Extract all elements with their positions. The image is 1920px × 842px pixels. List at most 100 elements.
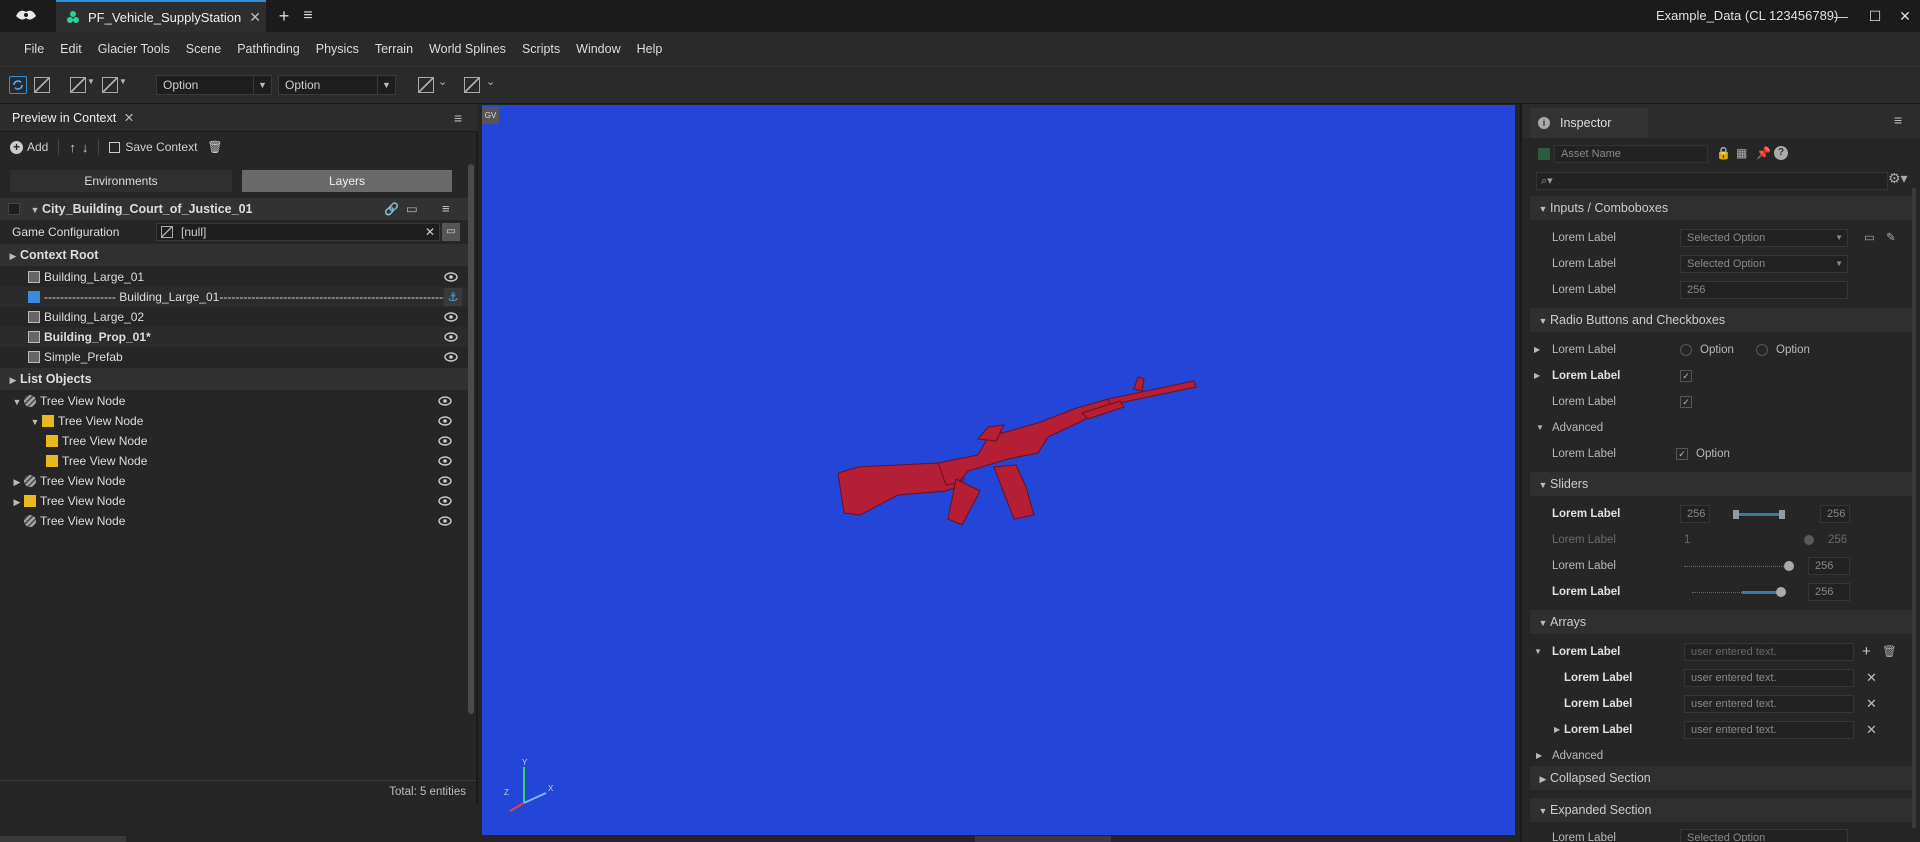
slider-value-input[interactable]: 256 (1808, 557, 1850, 575)
expand-arrow-icon[interactable]: ▶ (10, 472, 24, 492)
checkbox[interactable]: ✓ (1676, 448, 1688, 460)
tool-icon-2[interactable] (70, 77, 86, 93)
tool-icon-4[interactable] (418, 77, 434, 93)
anchor-icon[interactable]: ⚓ (444, 288, 462, 306)
context-root-header[interactable]: ▶ Context Root (0, 244, 470, 266)
viewport-scrollbar[interactable] (975, 836, 1111, 842)
expand-icon[interactable]: ⌄ (486, 75, 495, 88)
remove-item-icon[interactable]: ✕ (1866, 692, 1877, 716)
search-input[interactable]: ⌕▾ (1536, 172, 1888, 190)
remove-item-icon[interactable]: ✕ (1866, 718, 1877, 742)
eye-icon[interactable] (438, 455, 452, 467)
expand-arrow-icon[interactable]: ▶ (1534, 338, 1540, 362)
eye-icon[interactable] (438, 475, 452, 487)
slider-value-input[interactable]: 256 (1808, 583, 1850, 601)
eye-icon[interactable] (438, 495, 452, 507)
maximize-icon[interactable]: ☐ (1860, 0, 1890, 32)
eye-icon[interactable] (444, 351, 458, 363)
save-context-button[interactable]: Save Context (109, 140, 197, 154)
close-panel-icon[interactable]: ✕ (124, 111, 134, 125)
combo-field[interactable]: Selected Option ▼ (1680, 229, 1848, 247)
combo-field[interactable]: Selected Option (1680, 829, 1848, 842)
move-down-icon[interactable]: ↓ (82, 140, 89, 155)
menu-help[interactable]: Help (629, 42, 671, 56)
radio-option-2[interactable] (1756, 344, 1768, 356)
asset-name-input[interactable]: Asset Name (1554, 145, 1708, 163)
menu-terrain[interactable]: Terrain (367, 42, 421, 56)
folder-settings-icon[interactable]: ▭ (406, 198, 418, 220)
menu-window[interactable]: Window (568, 42, 628, 56)
option-combo-1[interactable]: Option ▼ (156, 75, 272, 95)
section-inputs[interactable]: ▼ Inputs / Comboboxes (1530, 196, 1916, 220)
tab-environments[interactable]: Environments (10, 170, 232, 192)
sync-icon[interactable] (9, 76, 27, 94)
menu-scripts[interactable]: Scripts (514, 42, 568, 56)
add-item-icon[interactable]: + (1862, 640, 1871, 664)
checkbox[interactable]: ✓ (1680, 370, 1692, 382)
tree-node[interactable]: Tree View Node (0, 431, 470, 451)
advanced-subheader[interactable]: ▼ Advanced (1522, 416, 1920, 440)
min-input[interactable]: 256 (1680, 505, 1710, 523)
expand-arrow-icon[interactable]: ▼ (28, 412, 42, 432)
expand-arrow-icon[interactable]: ▼ (10, 392, 24, 412)
max-input[interactable]: 256 (1820, 505, 1850, 523)
viewport-badge[interactable]: GV (482, 107, 499, 124)
dropdown-arrow-icon[interactable]: ▼ (119, 77, 127, 86)
menu-physics[interactable]: Physics (308, 42, 367, 56)
array-input[interactable]: user entered text. (1684, 643, 1854, 661)
tab-inspector[interactable]: i Inspector (1530, 108, 1648, 138)
minimize-icon[interactable]: — (1826, 0, 1856, 32)
list-item[interactable]: Building_Large_02 (0, 307, 470, 327)
menu-edit[interactable]: Edit (52, 42, 90, 56)
tree-node[interactable]: ▶ Tree View Node (0, 491, 470, 511)
menu-glacier-tools[interactable]: Glacier Tools (90, 42, 178, 56)
advanced-subheader[interactable]: ▶ Advanced (1522, 744, 1920, 768)
tab-layers[interactable]: Layers (242, 170, 452, 192)
list-objects-header[interactable]: ▶ List Objects (0, 368, 470, 390)
folder-icon[interactable]: ▭ (1864, 226, 1875, 250)
3d-viewport[interactable]: GV Y X Z (482, 105, 1515, 835)
eye-icon[interactable] (444, 271, 458, 283)
number-input[interactable]: 256 (1680, 281, 1848, 299)
tree-node[interactable]: Tree View Node (0, 451, 470, 471)
close-tab-icon[interactable]: ✕ (249, 9, 261, 26)
expand-arrow-icon[interactable]: ▶ (1554, 718, 1560, 742)
lock-icon[interactable]: 🔒 (1716, 146, 1731, 160)
pin-icon[interactable]: 📌 (1756, 146, 1771, 160)
list-menu-icon[interactable]: ≡ (442, 198, 450, 220)
trash-icon[interactable]: 🗑 (1882, 640, 1897, 664)
tool-icon-5[interactable] (464, 77, 480, 93)
eye-icon[interactable] (438, 435, 452, 447)
section-collapsed[interactable]: ▶ Collapsed Section (1530, 766, 1916, 790)
clear-icon[interactable]: ✕ (425, 224, 435, 240)
expand-arrow-icon[interactable]: ▼ (28, 199, 42, 221)
remove-item-icon[interactable]: ✕ (1866, 666, 1877, 690)
app-logo-icon[interactable] (12, 6, 40, 26)
list-item[interactable]: Building_Prop_01* (0, 327, 470, 347)
tree-node[interactable]: ▶ Tree View Node (0, 471, 470, 491)
list-item[interactable]: ------------------ Building_Large_01----… (0, 287, 470, 307)
eye-icon[interactable] (438, 515, 452, 527)
move-up-icon[interactable]: ↑ (69, 140, 76, 155)
tree-node[interactable]: ▼ Tree View Node (0, 411, 470, 431)
option-combo-2[interactable]: Option ▼ (278, 75, 396, 95)
menu-pathfinding[interactable]: Pathfinding (229, 42, 308, 56)
array-item-input[interactable]: user entered text. (1684, 721, 1854, 739)
inspector-scrollbar[interactable] (1912, 188, 1916, 828)
section-radio[interactable]: ▼ Radio Buttons and Checkboxes (1530, 308, 1916, 332)
menu-file[interactable]: File (16, 42, 52, 56)
eye-icon[interactable] (438, 415, 452, 427)
horizontal-scrollbar[interactable] (0, 836, 126, 842)
section-expanded[interactable]: ▼ Expanded Section (1530, 798, 1916, 822)
add-button[interactable]: + Add (10, 140, 48, 154)
inspector-menu-icon[interactable]: ≡ (1894, 112, 1902, 128)
range-slider[interactable] (1733, 510, 1785, 519)
tab-menu-icon[interactable]: ≡ (298, 4, 318, 28)
chevron-down-icon[interactable]: ▼ (1534, 640, 1542, 664)
section-arrays[interactable]: ▼ Arrays (1530, 610, 1916, 634)
expand-icon[interactable]: ⌄ (438, 75, 447, 88)
eye-icon[interactable] (444, 331, 458, 343)
slider[interactable] (1684, 561, 1794, 571)
checkbox[interactable]: ✓ (1680, 396, 1692, 408)
array-item-input[interactable]: user entered text. (1684, 669, 1854, 687)
